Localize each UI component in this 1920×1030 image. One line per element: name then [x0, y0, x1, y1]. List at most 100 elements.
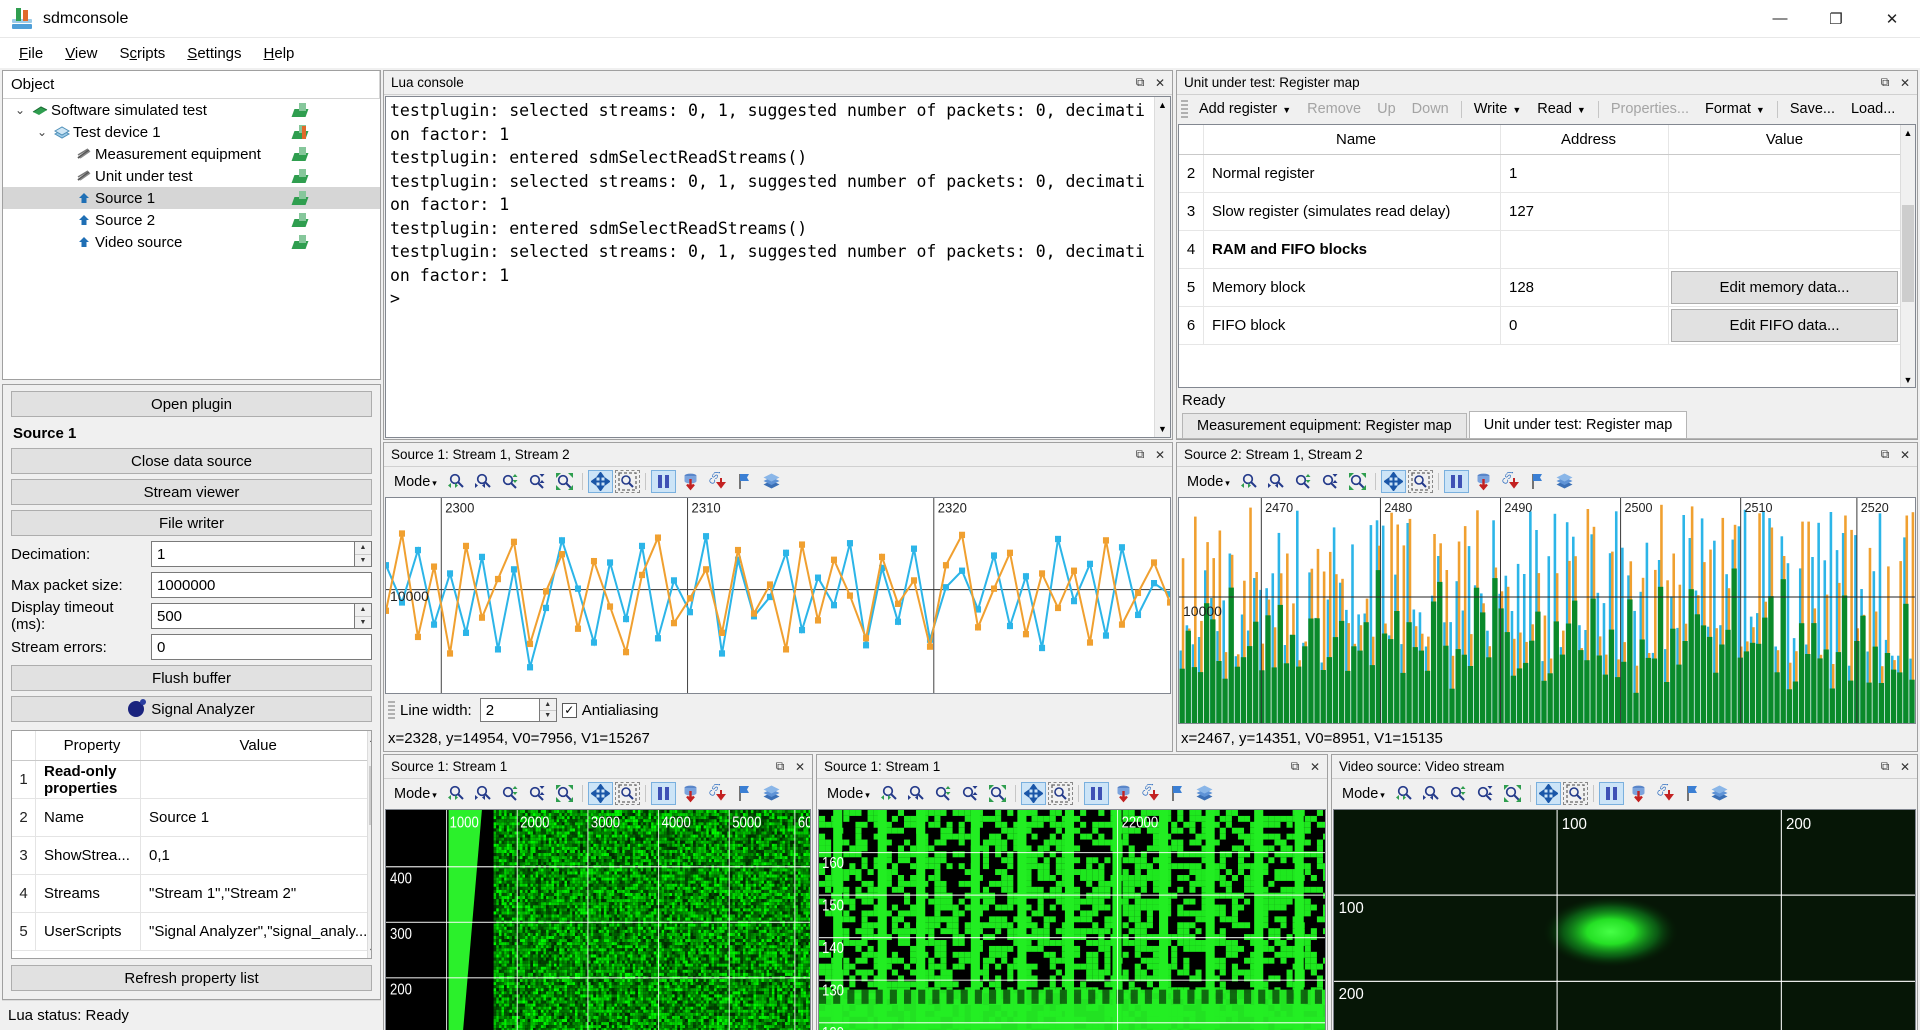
tree-item-software-simulated-test[interactable]: ⌄Software simulated test [3, 99, 380, 121]
file-writer-button[interactable]: File writer [11, 510, 372, 536]
zoom-out-x-icon[interactable] [471, 470, 496, 493]
layers-icon[interactable] [759, 470, 784, 493]
save-data-icon[interactable] [1111, 782, 1136, 805]
toolbar-read-button[interactable]: Read▼ [1529, 98, 1594, 120]
source1-line-plot[interactable]: 230023102320 10000 [385, 497, 1171, 694]
display-timeout-ms-input[interactable]: 500 [151, 603, 355, 629]
rubber-band-zoom-icon[interactable] [1408, 470, 1433, 493]
tree-item-source-2[interactable]: Source 2 [3, 209, 380, 231]
scrollbar-track[interactable] [1901, 140, 1915, 372]
tree-item-test-device-1[interactable]: ⌄Test device 1 [3, 121, 380, 143]
lua-console-output[interactable]: testplugin: selected streams: 0, 1, sugg… [385, 96, 1171, 438]
property-row[interactable]: 3ShowStrea...0,1 [12, 837, 367, 875]
marker-icon[interactable] [732, 470, 757, 493]
console-scrollbar[interactable]: ▲ ▼ [1154, 97, 1170, 437]
zoom-out-x-icon[interactable] [471, 782, 496, 805]
fit-icon[interactable] [1345, 470, 1370, 493]
toolbar-grip[interactable] [388, 701, 395, 719]
stream-errors-input[interactable]: 0 [151, 634, 372, 660]
chevron-down-icon[interactable]: ▼ [1756, 105, 1765, 115]
property-row[interactable]: 4Streams"Stream 1","Stream 2" [12, 875, 367, 913]
fit-icon[interactable] [1500, 782, 1525, 805]
layers-icon[interactable] [759, 782, 784, 805]
float-icon[interactable]: ⧉ [1130, 73, 1150, 93]
decimation-input[interactable]: 1 [151, 541, 355, 567]
close-data-source-button[interactable]: Close data source [11, 448, 372, 474]
minimize-button[interactable]: — [1752, 0, 1808, 38]
property-row[interactable]: 1Read-only properties [12, 761, 367, 799]
save-data-icon[interactable] [678, 470, 703, 493]
register-row[interactable]: 6FIFO block0Edit FIFO data... [1179, 307, 1900, 345]
tab-measurement-equipment-register-map[interactable]: Measurement equipment: Register map [1182, 413, 1467, 438]
toolbar-write-button[interactable]: Write▼ [1466, 98, 1530, 120]
console-scrollbar-track[interactable] [1155, 113, 1170, 421]
zoom-in-x-icon[interactable] [1392, 782, 1417, 805]
scrollbar-track[interactable] [368, 746, 372, 943]
tree-item-video-source[interactable]: Video source [3, 231, 380, 253]
layers-icon[interactable] [1552, 470, 1577, 493]
register-row[interactable]: 3Slow register (simulates read delay)127 [1179, 193, 1900, 231]
line-width-stepper[interactable]: ▲▼ [540, 698, 557, 722]
console-scroll-up-icon[interactable]: ▲ [1155, 97, 1170, 113]
zoom-out-y-icon[interactable] [1318, 470, 1343, 493]
zoom-out-y-icon[interactable] [1473, 782, 1498, 805]
register-row[interactable]: 4RAM and FIFO blocks [1179, 231, 1900, 269]
register-row[interactable]: 5Memory block128Edit memory data... [1179, 269, 1900, 307]
tree-item-unit-under-test[interactable]: Unit under test [3, 165, 380, 187]
export-csv-icon[interactable]: CSV [705, 782, 730, 805]
close-icon[interactable]: ✕ [1305, 757, 1325, 777]
export-csv-icon[interactable]: CSV [1498, 470, 1523, 493]
zoom-in-y-icon[interactable] [1446, 782, 1471, 805]
line-width-input[interactable]: 2 [480, 698, 540, 722]
chevron-down-icon[interactable]: ▾ [865, 790, 870, 801]
antialiasing-checkbox[interactable]: ✓ [562, 703, 577, 718]
zoom-out-y-icon[interactable] [525, 782, 550, 805]
save-data-icon[interactable] [1626, 782, 1651, 805]
zoom-out-x-icon[interactable] [1419, 782, 1444, 805]
pause-icon[interactable] [1084, 782, 1109, 805]
close-icon[interactable]: ✕ [1895, 445, 1915, 465]
flush-buffer-button[interactable]: Flush buffer [11, 665, 372, 691]
menu-help[interactable]: Help [253, 42, 306, 65]
toolbar-save-button[interactable]: Save... [1782, 98, 1843, 120]
save-data-icon[interactable] [1471, 470, 1496, 493]
marker-icon[interactable] [732, 782, 757, 805]
marker-icon[interactable] [1680, 782, 1705, 805]
zoom-in-y-icon[interactable] [498, 470, 523, 493]
expand-chevron-icon[interactable]: ⌄ [11, 103, 29, 117]
edit-data-button[interactable]: Edit memory data... [1671, 271, 1898, 304]
tree-item-measurement-equipment[interactable]: Measurement equipment [3, 143, 380, 165]
register-row[interactable]: 2Normal register1 [1179, 155, 1900, 193]
mode-dropdown-button[interactable]: Mode▾ [1181, 472, 1236, 492]
toolbar-add-register-button[interactable]: Add register▼ [1191, 98, 1299, 120]
float-icon[interactable]: ⧉ [1875, 445, 1895, 465]
refresh-property-list-button[interactable]: Refresh property list [11, 965, 372, 991]
mode-dropdown-button[interactable]: Mode▾ [388, 472, 443, 492]
pan-icon[interactable] [588, 470, 613, 493]
close-icon[interactable]: ✕ [1895, 757, 1915, 777]
scrollbar-thumb[interactable] [1902, 205, 1914, 302]
zoom-in-x-icon[interactable] [444, 782, 469, 805]
menu-scripts[interactable]: Scripts [108, 42, 176, 65]
float-icon[interactable]: ⧉ [770, 757, 790, 777]
scroll-up-icon[interactable]: ▲ [368, 731, 372, 746]
pan-icon[interactable] [1021, 782, 1046, 805]
toolbar-format-button[interactable]: Format▼ [1697, 98, 1773, 120]
max-packet-size-input[interactable]: 1000000 [151, 572, 372, 598]
chevron-down-icon[interactable]: ▾ [432, 478, 437, 489]
rubber-band-zoom-icon[interactable] [1048, 782, 1073, 805]
open-plugin-button[interactable]: Open plugin [11, 391, 372, 417]
pause-icon[interactable] [651, 470, 676, 493]
pan-icon[interactable] [1381, 470, 1406, 493]
float-icon[interactable]: ⧉ [1285, 757, 1305, 777]
zoom-in-x-icon[interactable] [1237, 470, 1262, 493]
float-icon[interactable]: ⧉ [1875, 757, 1895, 777]
mode-dropdown-button[interactable]: Mode▾ [1336, 784, 1391, 804]
menu-settings[interactable]: Settings [176, 42, 252, 65]
property-table-scrollbar[interactable]: ▲ ▼ [367, 731, 372, 958]
toolbar-grip[interactable] [1181, 100, 1188, 118]
video-source-image[interactable]: 100200100200 [1333, 809, 1916, 1030]
mode-dropdown-button[interactable]: Mode▾ [821, 784, 876, 804]
zoom-out-x-icon[interactable] [904, 782, 929, 805]
chevron-down-icon[interactable]: ▼ [1512, 105, 1521, 115]
